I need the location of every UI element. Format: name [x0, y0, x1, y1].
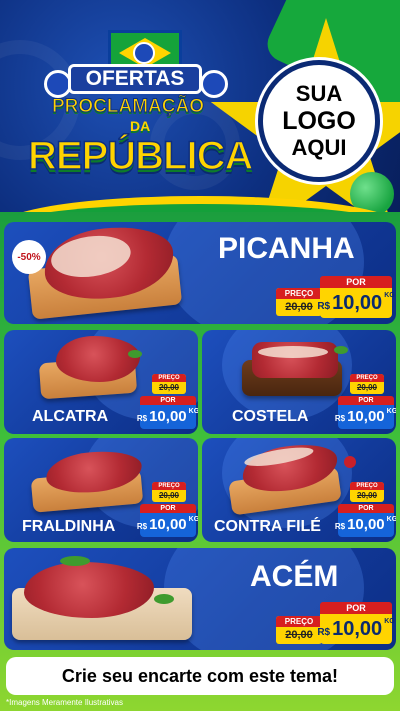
preco-label: PREÇO: [276, 288, 322, 299]
price: 10,00: [149, 516, 187, 533]
currency: R$: [334, 414, 346, 423]
proclamacao-title: PROCLAMAÇÃO: [52, 96, 205, 118]
preco-label: PREÇO: [350, 374, 384, 382]
old-price-tag: PREÇO 20,00: [152, 482, 186, 502]
new-price-tag: POR R$ 10,00 KG: [334, 504, 396, 537]
product-name: PICANHA: [218, 232, 355, 265]
por-label: POR: [140, 504, 196, 513]
unit: KG: [384, 292, 395, 299]
old-price-tag: PREÇO 20,00: [152, 374, 186, 394]
new-price-tag: POR R$ 10,00 KG: [136, 396, 198, 429]
herb-garnish: [60, 556, 90, 566]
unit: KG: [188, 408, 198, 415]
por-label: POR: [140, 396, 196, 405]
price: 10,00: [332, 292, 383, 314]
logo-text-line: SUA: [295, 81, 343, 106]
old-price-tag: PREÇO 20,00: [276, 288, 322, 316]
preco-label: PREÇO: [152, 374, 186, 382]
logo-placeholder: SUA LOGO AQUI: [258, 60, 380, 182]
product-card-alcatra[interactable]: ALCATRA PREÇO 20,00 POR R$ 10,00 KG: [4, 330, 198, 434]
unit: KG: [188, 516, 198, 523]
logo-text-line: AQUI: [291, 135, 347, 160]
footnote: *Imagens Meramente Ilustrativas: [6, 698, 123, 707]
republica-title: REPÚBLICA: [27, 133, 254, 179]
product-card-picanha[interactable]: -50% PICANHA PREÇO 20,00 POR R$ 10,00 KG: [4, 222, 396, 324]
old-price: 20,00: [356, 491, 378, 500]
old-price-tag: PREÇO 20,00: [276, 616, 322, 644]
old-price: 20,00: [285, 301, 313, 313]
ofertas-title: OFERTAS: [68, 64, 202, 94]
old-price: 20,00: [158, 491, 180, 500]
old-price: 20,00: [158, 383, 180, 392]
new-price-tag: POR R$ 10,00 KG: [317, 276, 395, 318]
currency: R$: [136, 414, 148, 423]
price: 10,00: [347, 408, 385, 425]
product-name: ACÉM: [250, 560, 339, 593]
unit: KG: [386, 408, 396, 415]
herb-garnish: [154, 594, 174, 604]
por-label: POR: [338, 504, 394, 513]
por-label: POR: [320, 602, 392, 614]
herb-garnish: [128, 350, 142, 358]
preco-label: PREÇO: [152, 482, 186, 490]
currency: R$: [317, 627, 331, 638]
unit: KG: [384, 618, 395, 625]
preco-label: PREÇO: [276, 616, 322, 627]
product-card-fraldinha[interactable]: FRALDINHA PREÇO 20,00 POR R$ 10,00 KG: [4, 438, 198, 542]
da-title: DA: [130, 118, 151, 134]
campaign-title-badge: OFERTAS PROCLAMAÇÃO DA REPÚBLICA: [27, 30, 254, 200]
new-price-tag: POR R$ 10,00 KG: [136, 504, 198, 537]
product-name: ALCATRA: [32, 408, 109, 425]
product-name: FRALDINHA: [22, 518, 116, 535]
por-label: POR: [320, 276, 392, 288]
product-name: COSTELA: [232, 408, 309, 425]
price: 10,00: [332, 618, 383, 640]
preco-label: PREÇO: [350, 482, 384, 490]
old-price-tag: PREÇO 20,00: [350, 374, 384, 394]
old-price: 20,00: [285, 629, 313, 641]
price: 10,00: [149, 408, 187, 425]
header-banner: OFERTAS PROCLAMAÇÃO DA REPÚBLICA SUA LOG…: [0, 0, 400, 212]
product-card-costela[interactable]: COSTELA PREÇO 20,00 POR R$ 10,00 KG: [202, 330, 396, 434]
discount-badge: -50%: [12, 240, 46, 274]
new-price-tag: POR R$ 10,00 KG: [334, 396, 396, 429]
product-card-contra-file[interactable]: CONTRA FILÉ PREÇO 20,00 POR R$ 10,00 KG: [202, 438, 396, 542]
price: 10,00: [347, 516, 385, 533]
currency: R$: [136, 522, 148, 531]
herb-garnish: [334, 346, 348, 354]
currency: R$: [334, 522, 346, 531]
old-price-tag: PREÇO 20,00: [350, 482, 384, 502]
tomato-garnish: [344, 456, 356, 468]
product-card-acem[interactable]: ACÉM PREÇO 20,00 POR R$ 10,00 KG: [4, 548, 396, 650]
flag-globe-icon: [200, 70, 228, 98]
cta-button[interactable]: Crie seu encarte com este tema!: [6, 657, 394, 695]
product-name: CONTRA FILÉ: [214, 518, 321, 535]
currency: R$: [317, 301, 331, 312]
unit: KG: [386, 516, 396, 523]
product-image-costela: [252, 342, 338, 378]
logo-text-line: LOGO: [282, 107, 356, 135]
por-label: POR: [338, 396, 394, 405]
new-price-tag: POR R$ 10,00 KG: [317, 602, 395, 644]
green-balloon: [350, 172, 394, 212]
old-price: 20,00: [356, 383, 378, 392]
